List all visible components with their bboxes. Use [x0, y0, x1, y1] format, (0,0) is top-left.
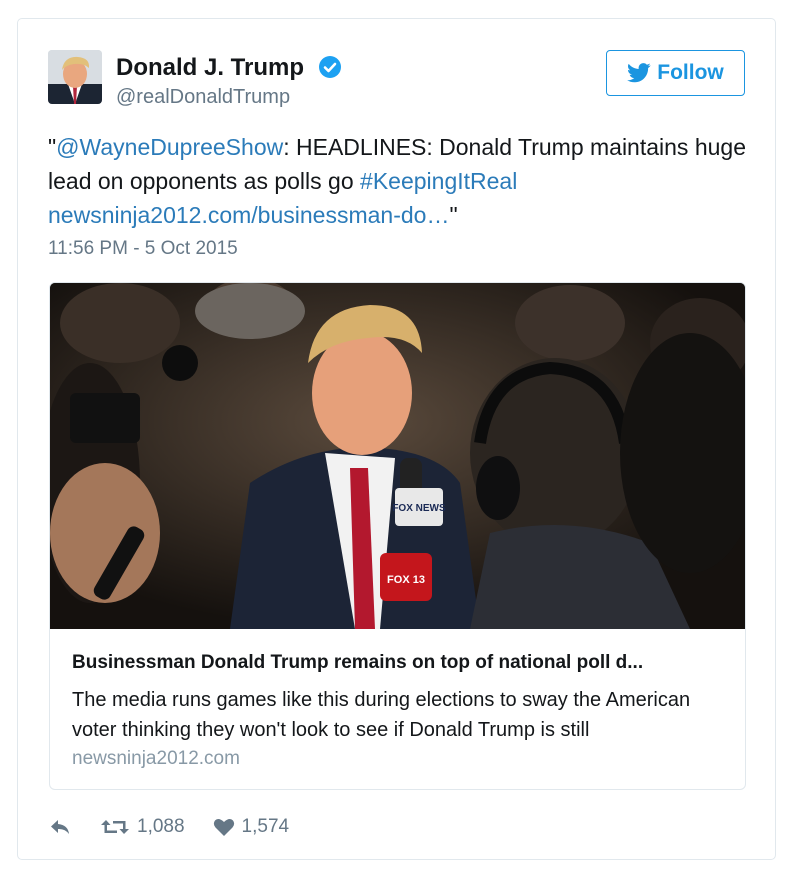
like-count: 1,574 [241, 816, 290, 837]
verified-badge-icon [319, 56, 341, 78]
link-preview-card[interactable]: FOX NEWS FOX 13 Businessman Donald Trump… [49, 282, 746, 790]
avatar[interactable] [48, 50, 102, 104]
card-title[interactable]: Businessman Donald Trump remains on top … [72, 652, 732, 674]
card-description: The media runs games like this during el… [72, 689, 691, 741]
follow-button[interactable]: Follow [606, 50, 745, 96]
user-name[interactable]: Donald J. Trump [116, 54, 304, 82]
tweet-actions: 1,088 1,574 [48, 813, 317, 841]
follow-label: Follow [657, 61, 724, 84]
heart-icon [213, 819, 234, 836]
user-handle[interactable]: @realDonaldTrump [116, 86, 290, 109]
mention-link[interactable]: @WayneDupreeShow [56, 134, 283, 160]
reply-button[interactable] [48, 817, 72, 837]
tweet-timestamp[interactable]: 11:56 PM - 5 Oct 2015 [48, 238, 238, 260]
tweet-text: "@WayneDupreeShow: HEADLINES: Donald Tru… [48, 130, 748, 232]
url-link[interactable]: newsninja2012.com/businessman-do… [48, 202, 449, 228]
twitter-bird-icon [627, 63, 651, 83]
tweet-card: Donald J. Trump @realDonaldTrump Follow … [17, 18, 776, 860]
profile-photo [48, 50, 102, 104]
card-domain: newsninja2012.com [72, 748, 240, 769]
press-photo-image[interactable]: FOX NEWS FOX 13 [50, 283, 746, 629]
retweet-icon [101, 820, 129, 834]
hashtag-link[interactable]: #KeepingItReal [360, 168, 517, 194]
mic-label-fox-13: FOX 13 [387, 574, 425, 586]
open-quote: " [48, 134, 57, 160]
like-button[interactable]: 1,574 [213, 816, 290, 838]
close-quote: " [449, 202, 458, 228]
mic-label-fox-news: FOX NEWS [392, 503, 446, 514]
retweet-count: 1,088 [137, 816, 185, 837]
reply-icon [51, 820, 69, 834]
retweet-button[interactable]: 1,088 [100, 816, 185, 838]
